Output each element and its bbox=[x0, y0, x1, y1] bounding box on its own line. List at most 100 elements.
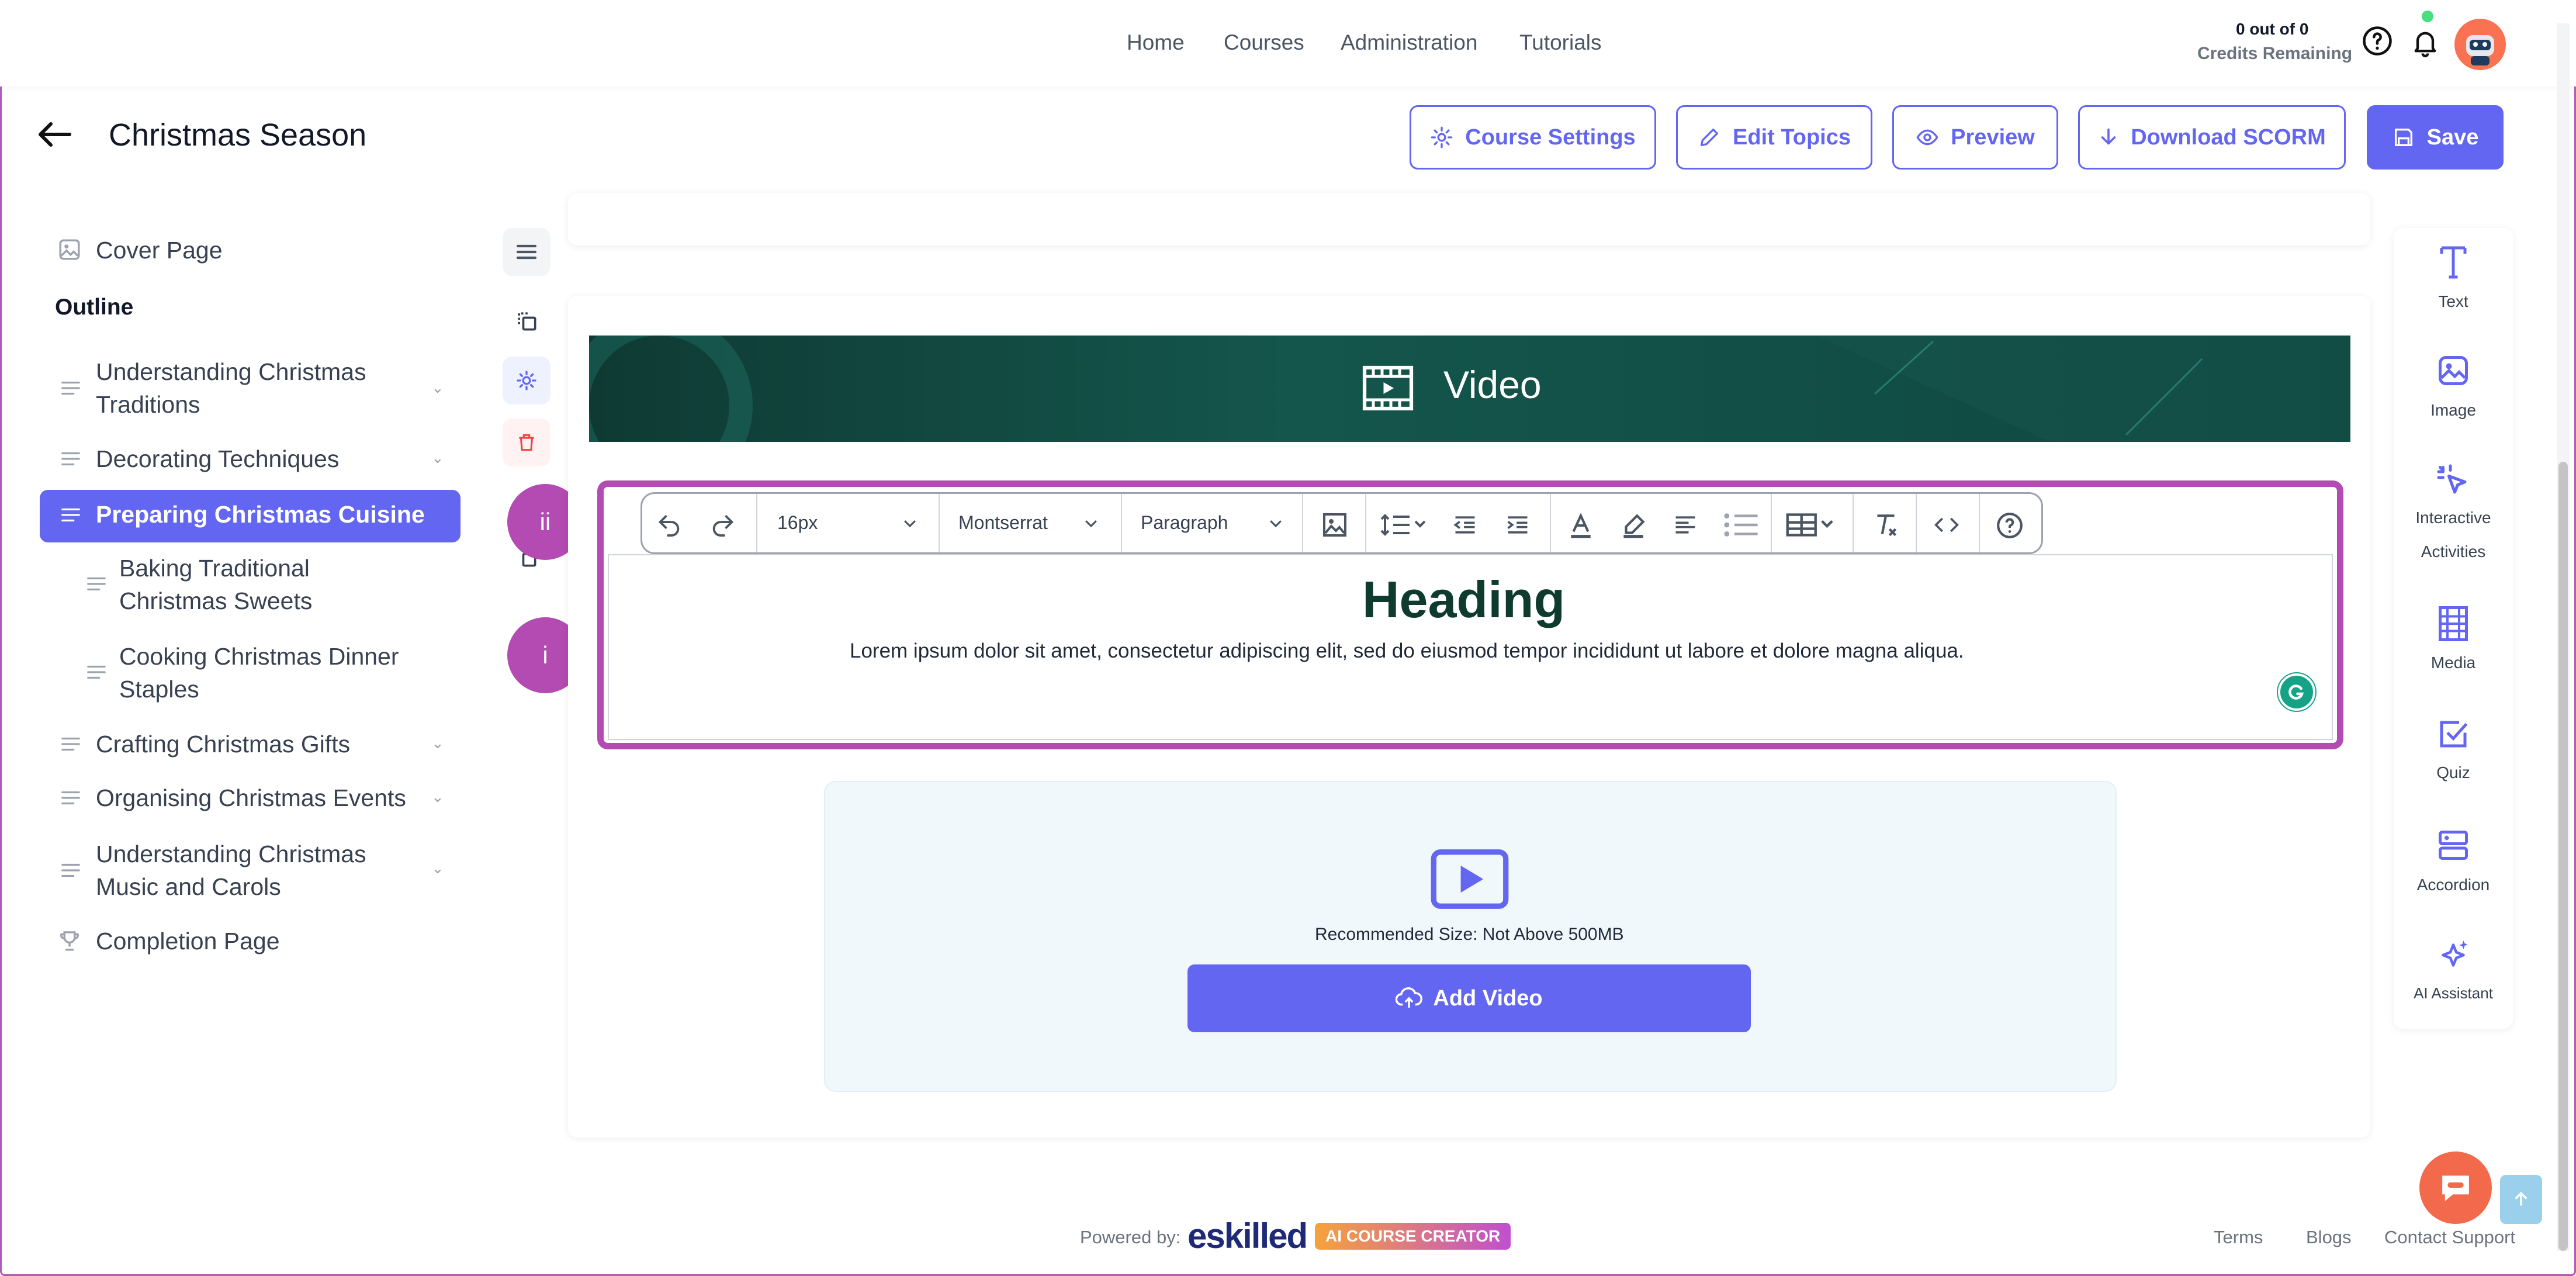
checkbox-icon[interactable] bbox=[2436, 717, 2471, 752]
trash-icon[interactable] bbox=[503, 419, 550, 466]
add-video-button[interactable]: Add Video bbox=[1187, 964, 1751, 1032]
bullet-list-icon[interactable] bbox=[1722, 509, 1760, 541]
gear-icon bbox=[1431, 126, 1453, 148]
footer-terms-link[interactable]: Terms bbox=[2214, 1227, 2263, 1248]
block-media-label[interactable]: Media bbox=[2394, 653, 2513, 672]
align-left-icon[interactable] bbox=[1671, 512, 1699, 538]
chevron-down-icon[interactable] bbox=[1266, 514, 1286, 532]
bell-icon[interactable] bbox=[2409, 26, 2442, 58]
text-color-icon[interactable] bbox=[1566, 511, 1595, 540]
duplicate-icon[interactable] bbox=[503, 297, 550, 345]
grammarly-icon[interactable] bbox=[2278, 673, 2315, 711]
floppy-disk-icon bbox=[2394, 129, 2412, 146]
sidebar-item-cooking-dinner[interactable]: Cooking Christmas Dinner Staples bbox=[119, 640, 446, 706]
help-icon[interactable] bbox=[2361, 25, 2394, 57]
credits-label: Credits Remaining bbox=[2197, 44, 2353, 63]
download-scorm-button[interactable]: Download SCORM bbox=[2078, 105, 2346, 170]
footer-blogs-link[interactable]: Blogs bbox=[2306, 1227, 2352, 1248]
highlighter-icon[interactable] bbox=[1619, 511, 1648, 540]
drag-lines-icon[interactable] bbox=[60, 377, 82, 399]
content-paragraph[interactable]: Lorem ipsum dolor sit amet, consectetur … bbox=[850, 639, 1964, 663]
block-interactive-label[interactable]: Interactive bbox=[2394, 509, 2513, 527]
pencil-icon bbox=[1701, 129, 1719, 146]
block-text-label[interactable]: Text bbox=[2394, 292, 2513, 311]
block-activities-label[interactable]: Activities bbox=[2394, 542, 2513, 561]
block-ai-assistant-label[interactable]: AI Assistant bbox=[2394, 984, 2513, 1002]
text-t-icon[interactable] bbox=[2436, 243, 2471, 282]
block-image-label[interactable]: Image bbox=[2394, 401, 2513, 420]
sidebar-item-organising-events[interactable]: Organising Christmas Events bbox=[96, 781, 406, 814]
clear-format-icon[interactable] bbox=[1871, 511, 1900, 540]
indent-icon[interactable] bbox=[1504, 512, 1531, 538]
drag-lines-icon[interactable] bbox=[60, 787, 82, 809]
insert-image-icon[interactable] bbox=[1321, 511, 1349, 539]
sidebar-item-baking-sweets[interactable]: Baking Traditional Christmas Sweets bbox=[119, 552, 388, 617]
sidebar-item-decorating-techniques[interactable]: Decorating Techniques bbox=[96, 442, 339, 475]
redo-icon[interactable] bbox=[708, 510, 738, 537]
drag-lines-icon[interactable] bbox=[60, 733, 82, 755]
ai-course-creator-badge: AI COURSE CREATOR bbox=[1315, 1223, 1511, 1250]
scroll-top-button[interactable] bbox=[2500, 1175, 2542, 1224]
accordion-icon[interactable] bbox=[2436, 828, 2471, 863]
avatar[interactable] bbox=[2454, 19, 2506, 70]
play-icon bbox=[1431, 849, 1509, 909]
credits-count: 0 out of 0 bbox=[2236, 20, 2309, 38]
film-icon[interactable] bbox=[2436, 604, 2471, 643]
nav-home[interactable]: Home bbox=[1127, 30, 1185, 55]
sidebar-item-preparing-cuisine[interactable]: Preparing Christmas Cuisine bbox=[96, 498, 425, 531]
table-icon[interactable] bbox=[1785, 511, 1836, 539]
line-height-icon[interactable] bbox=[1379, 511, 1428, 539]
preview-label: Preview bbox=[1951, 125, 2035, 150]
drag-lines-icon[interactable] bbox=[60, 504, 82, 526]
previous-block-card bbox=[568, 193, 2370, 245]
nav-tutorials[interactable]: Tutorials bbox=[1519, 30, 1602, 55]
gear-icon[interactable] bbox=[503, 357, 550, 404]
chevron-down-icon[interactable] bbox=[900, 514, 920, 532]
chevron-down-icon[interactable]: ⌄ bbox=[431, 449, 444, 467]
nav-administration[interactable]: Administration bbox=[1341, 30, 1477, 55]
chevron-down-icon[interactable]: ⌄ bbox=[431, 734, 444, 752]
edit-topics-label: Edit Topics bbox=[1733, 125, 1851, 150]
chevron-down-icon[interactable]: ⌄ bbox=[431, 379, 444, 397]
preview-button[interactable]: Preview bbox=[1892, 105, 2058, 170]
back-arrow-icon[interactable] bbox=[34, 117, 75, 152]
outdent-icon[interactable] bbox=[1452, 512, 1479, 538]
sparkles-icon[interactable] bbox=[2436, 938, 2471, 973]
sidebar-item-understanding-traditions[interactable]: Understanding Christmas Traditions bbox=[96, 355, 423, 421]
drag-lines-icon[interactable] bbox=[60, 448, 82, 470]
course-settings-button[interactable]: Course Settings bbox=[1410, 105, 1656, 170]
font-size-select[interactable]: 16px bbox=[777, 512, 818, 534]
help-icon[interactable] bbox=[1995, 511, 2024, 540]
chevron-down-icon[interactable] bbox=[1081, 514, 1101, 532]
chat-bubble-icon[interactable] bbox=[2419, 1151, 2492, 1224]
trophy-icon bbox=[60, 931, 79, 951]
recommended-size-text: Recommended Size: Not Above 500MB bbox=[1315, 925, 1624, 944]
footer-contact-link[interactable]: Contact Support bbox=[2384, 1227, 2515, 1248]
save-button[interactable]: Save bbox=[2367, 105, 2504, 170]
drag-lines-icon[interactable] bbox=[85, 573, 108, 595]
sidebar-item-music-carols[interactable]: Understanding Christmas Music and Carols bbox=[96, 838, 411, 903]
page-title: Christmas Season bbox=[109, 117, 367, 153]
font-family-select[interactable]: Montserrat bbox=[958, 512, 1048, 534]
download-scorm-label: Download SCORM bbox=[2131, 125, 2326, 150]
edit-topics-button[interactable]: Edit Topics bbox=[1676, 105, 1872, 170]
block-quiz-label[interactable]: Quiz bbox=[2394, 763, 2513, 782]
cursor-click-icon[interactable] bbox=[2436, 463, 2471, 498]
cloud-upload-icon bbox=[1396, 987, 1423, 1008]
content-heading[interactable]: Heading bbox=[1362, 570, 1565, 630]
nav-courses[interactable]: Courses bbox=[1224, 30, 1304, 55]
chevron-down-icon[interactable]: ⌄ bbox=[431, 859, 444, 877]
drag-lines-icon[interactable] bbox=[60, 859, 82, 881]
drag-lines-icon[interactable] bbox=[85, 661, 108, 683]
code-view-icon[interactable] bbox=[1932, 512, 1961, 538]
undo-icon[interactable] bbox=[655, 510, 684, 537]
block-format-select[interactable]: Paragraph bbox=[1141, 512, 1228, 534]
menu-icon[interactable] bbox=[503, 228, 550, 276]
sidebar-item-crafting-gifts[interactable]: Crafting Christmas Gifts bbox=[96, 728, 350, 760]
block-accordion-label[interactable]: Accordion bbox=[2394, 876, 2513, 894]
scrollbar-thumb[interactable] bbox=[2558, 462, 2568, 1251]
sidebar-cover-page[interactable]: Cover Page bbox=[96, 234, 223, 267]
image-icon[interactable] bbox=[2436, 353, 2471, 388]
sidebar-completion-page[interactable]: Completion Page bbox=[96, 925, 280, 957]
chevron-down-icon[interactable]: ⌄ bbox=[431, 788, 444, 806]
